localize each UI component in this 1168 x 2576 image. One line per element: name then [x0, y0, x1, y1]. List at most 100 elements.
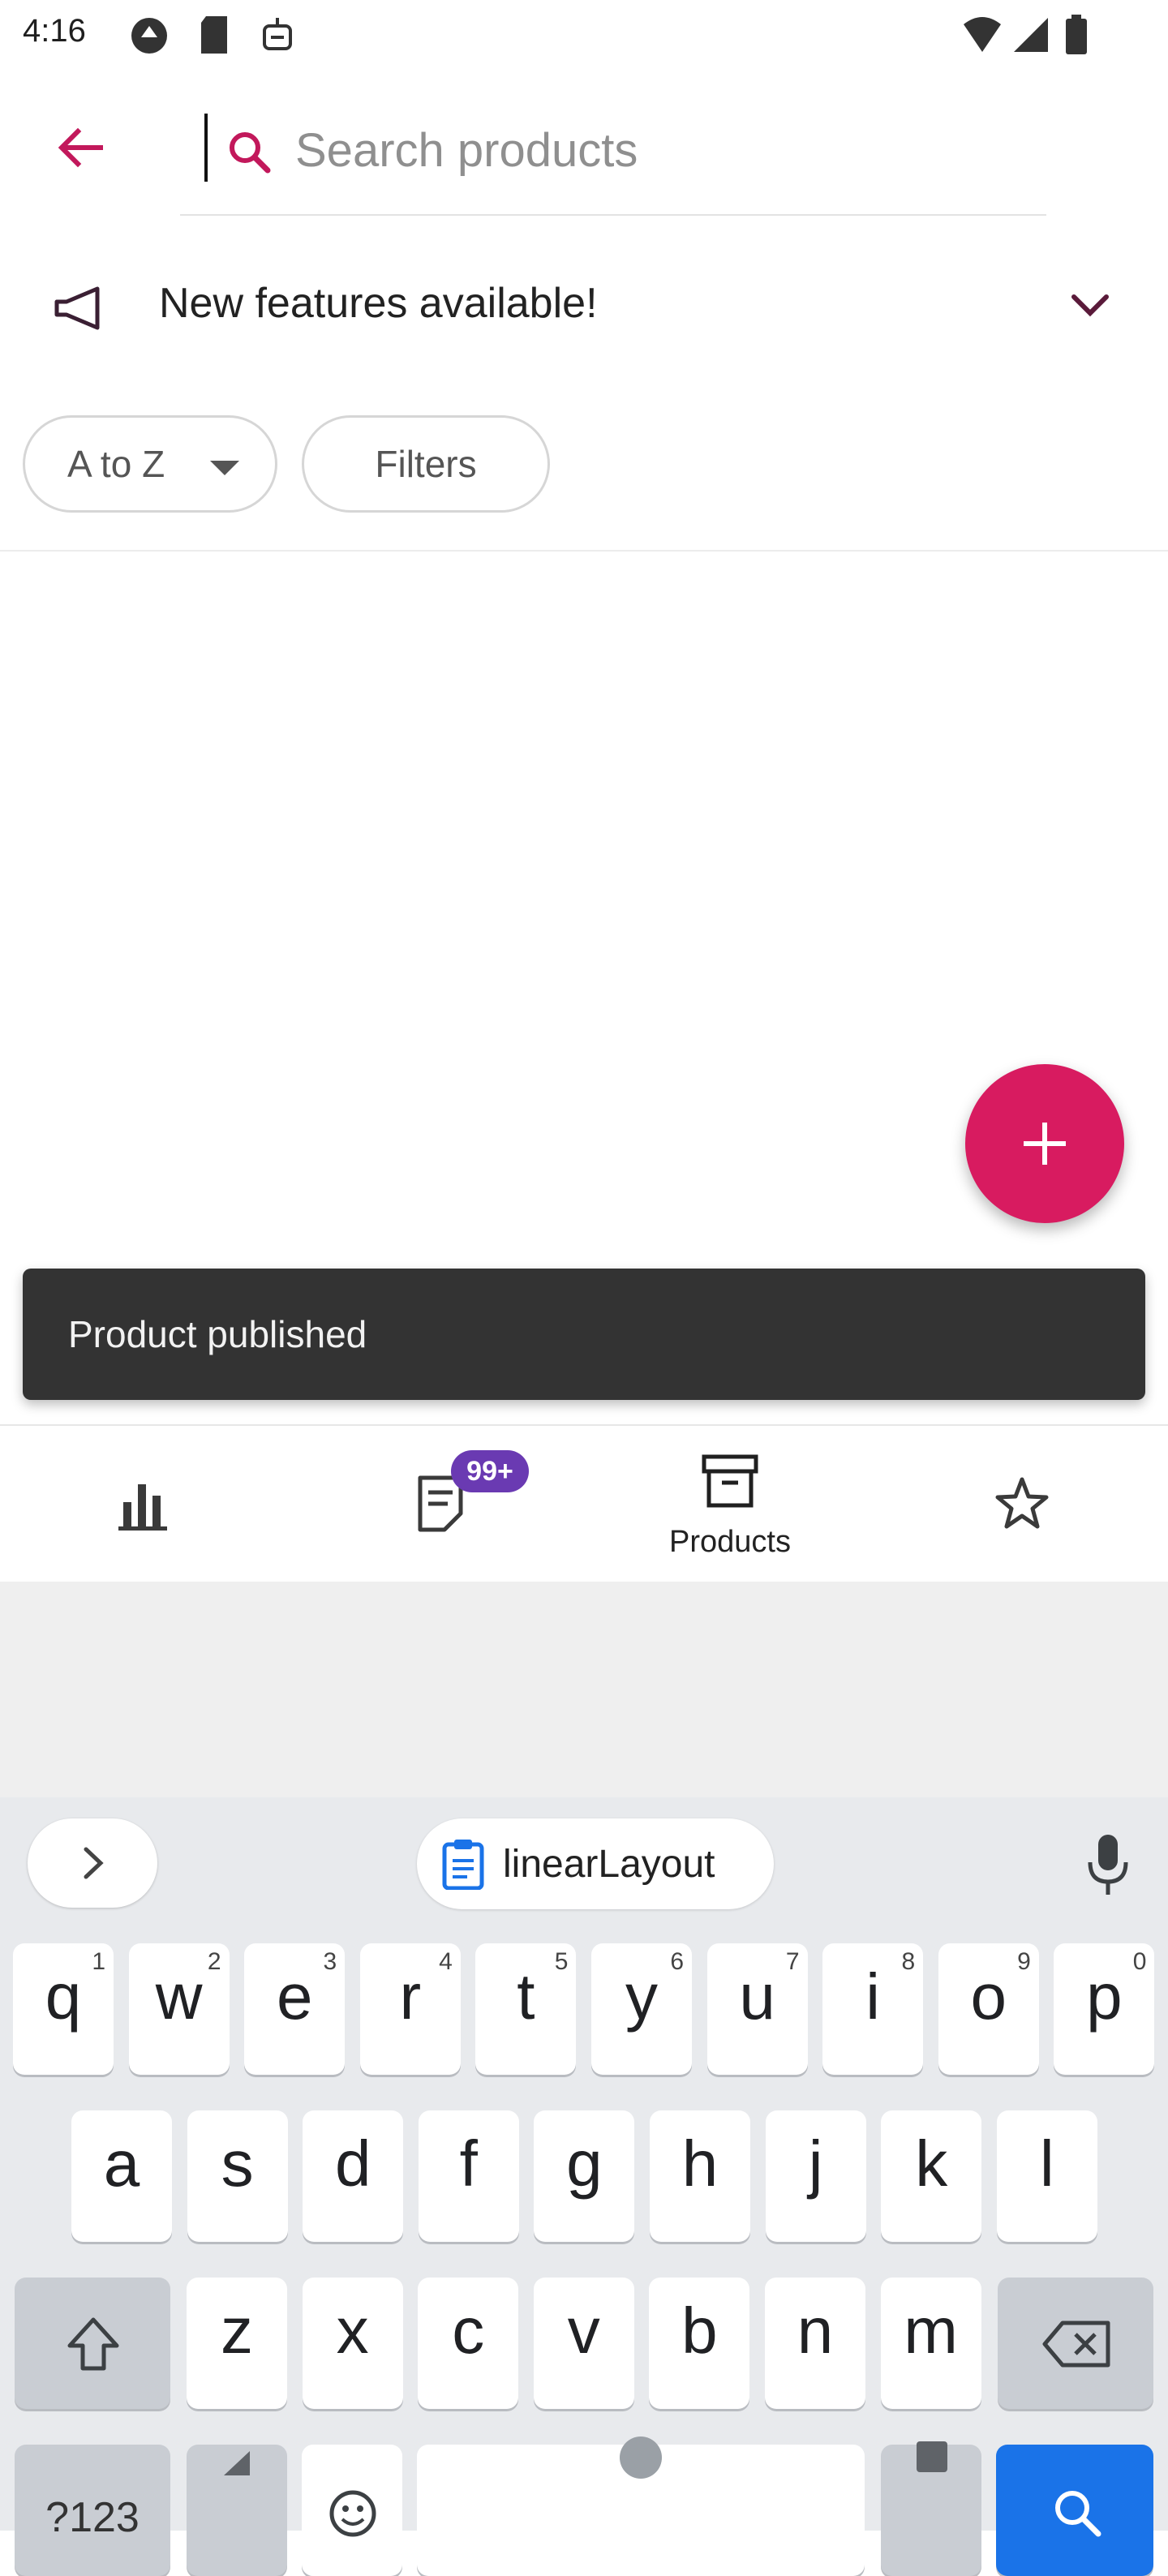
key-y[interactable]: y6 — [591, 1943, 692, 2075]
clipboard-suggestion-chip[interactable]: linearLayout — [417, 1818, 774, 1909]
key-hint: 8 — [901, 1948, 916, 1975]
key-hint: 9 — [1017, 1948, 1031, 1975]
key-g[interactable]: g — [534, 2110, 635, 2242]
key-m[interactable]: m — [880, 2278, 981, 2409]
snackbar-text: Product published — [68, 1313, 367, 1355]
archive-box-icon — [702, 1454, 758, 1508]
star-icon — [995, 1477, 1049, 1529]
key-a[interactable]: a — [71, 2110, 172, 2242]
bar-chart-icon — [118, 1484, 167, 1531]
search-bar[interactable] — [180, 109, 1046, 216]
search-icon — [1055, 2491, 1101, 2537]
sync-icon — [131, 18, 167, 54]
nav-item-dashboard[interactable] — [0, 1426, 292, 1583]
feature-announcement-banner[interactable]: New features available! — [0, 243, 1168, 373]
emoji-switch-key[interactable] — [187, 2445, 287, 2576]
key-hint: 0 — [1132, 1948, 1147, 1975]
key-label: g — [566, 2127, 603, 2200]
key-v[interactable]: v — [533, 2278, 634, 2409]
bottom-navigation: 99+ Products — [0, 1424, 1168, 1583]
key-t[interactable]: t5 — [475, 1943, 577, 2075]
key-s[interactable]: s — [187, 2110, 288, 2242]
key-l[interactable]: l — [996, 2110, 1097, 2242]
key-i[interactable]: i8 — [822, 1943, 924, 2075]
microphone-icon[interactable] — [1082, 1831, 1134, 1900]
key-label: m — [904, 2295, 958, 2367]
keyboard-expand-button[interactable] — [28, 1818, 157, 1908]
key-c[interactable]: c — [418, 2278, 519, 2409]
key-hint: 2 — [207, 1948, 221, 1975]
key-hint: 1 — [92, 1948, 105, 1975]
filters-chip-label: Filters — [375, 443, 477, 485]
key-n[interactable]: n — [765, 2278, 865, 2409]
snackbar: Product published — [23, 1269, 1145, 1400]
text-cursor — [204, 114, 208, 182]
back-button[interactable] — [39, 109, 120, 190]
emoji-icon — [329, 2490, 376, 2537]
backspace-key[interactable] — [998, 2278, 1153, 2409]
key-z[interactable]: z — [187, 2278, 287, 2409]
status-bar: 4:16 — [0, 0, 1168, 73]
key-d[interactable]: d — [303, 2110, 404, 2242]
shift-key[interactable] — [15, 2278, 170, 2409]
sort-chip-label: A to Z — [67, 443, 165, 485]
symbols-key[interactable]: ?123 — [15, 2445, 170, 2576]
key-hint: 6 — [670, 1948, 684, 1975]
battery-icon — [1066, 15, 1087, 54]
sort-chip[interactable]: A to Z — [23, 415, 277, 513]
key-w[interactable]: w2 — [128, 1943, 230, 2075]
robot-icon — [263, 18, 292, 50]
key-k[interactable]: k — [881, 2110, 982, 2242]
search-input[interactable] — [294, 115, 1011, 185]
key-label: b — [681, 2295, 718, 2367]
nav-item-reviews[interactable] — [876, 1426, 1168, 1583]
key-p[interactable]: p0 — [1054, 1943, 1155, 2075]
clipboard-icon — [442, 1840, 484, 1890]
add-product-button[interactable] — [965, 1064, 1124, 1223]
key-label: h — [681, 2127, 719, 2200]
shift-icon — [67, 2317, 119, 2371]
key-u[interactable]: u7 — [706, 1943, 808, 2075]
key-o[interactable]: o9 — [938, 1943, 1039, 2075]
clipboard-text: linearLayout — [503, 1842, 715, 1886]
period-key[interactable] — [881, 2441, 981, 2576]
soft-keyboard: linearLayout ?123 q 1 w 2 e 3 r 4 t 5 y … — [0, 1797, 1168, 2576]
key-e[interactable]: e3 — [244, 1943, 346, 2075]
wifi-icon — [964, 17, 1001, 52]
backspace-icon — [1042, 2321, 1110, 2368]
key-label: k — [915, 2127, 948, 2200]
symbols-key-label: ?123 — [45, 2494, 140, 2541]
chevron-down-icon[interactable] — [1067, 289, 1113, 321]
key-x[interactable]: x — [302, 2278, 403, 2409]
space-key[interactable] — [417, 2436, 865, 2576]
key-r[interactable]: r4 — [359, 1943, 461, 2075]
orders-badge: 99+ — [451, 1450, 529, 1492]
key-f[interactable]: f — [418, 2110, 519, 2242]
key-hint: 5 — [554, 1948, 569, 1975]
nav-label-products: Products — [669, 1525, 791, 1559]
filters-chip[interactable]: Filters — [302, 415, 550, 513]
plus-icon — [1024, 1123, 1066, 1165]
key-label: d — [334, 2127, 371, 2200]
emoji-key[interactable] — [302, 2445, 402, 2576]
key-q[interactable]: q1 — [13, 1943, 114, 2075]
nav-item-orders[interactable]: 99+ — [292, 1426, 584, 1583]
chevron-right-icon — [84, 1847, 104, 1879]
key-j[interactable]: j — [765, 2110, 866, 2242]
key-hint: 4 — [439, 1948, 453, 1975]
megaphone-icon — [54, 286, 100, 330]
key-hint: 3 — [323, 1948, 337, 1975]
nav-item-products[interactable]: Products — [584, 1426, 876, 1583]
key-h[interactable]: h — [650, 2110, 750, 2242]
key-label: n — [797, 2295, 834, 2367]
key-b[interactable]: b — [649, 2278, 750, 2409]
key-label: a — [103, 2127, 140, 2200]
cell-signal-icon — [1014, 18, 1048, 52]
key-label: z — [221, 2295, 253, 2367]
key-label: v — [567, 2295, 600, 2367]
banner-text: New features available! — [159, 280, 598, 327]
status-time: 4:16 — [23, 13, 86, 49]
key-label: f — [459, 2127, 478, 2200]
content-background — [0, 1582, 1168, 1797]
search-action-key[interactable] — [996, 2445, 1153, 2576]
